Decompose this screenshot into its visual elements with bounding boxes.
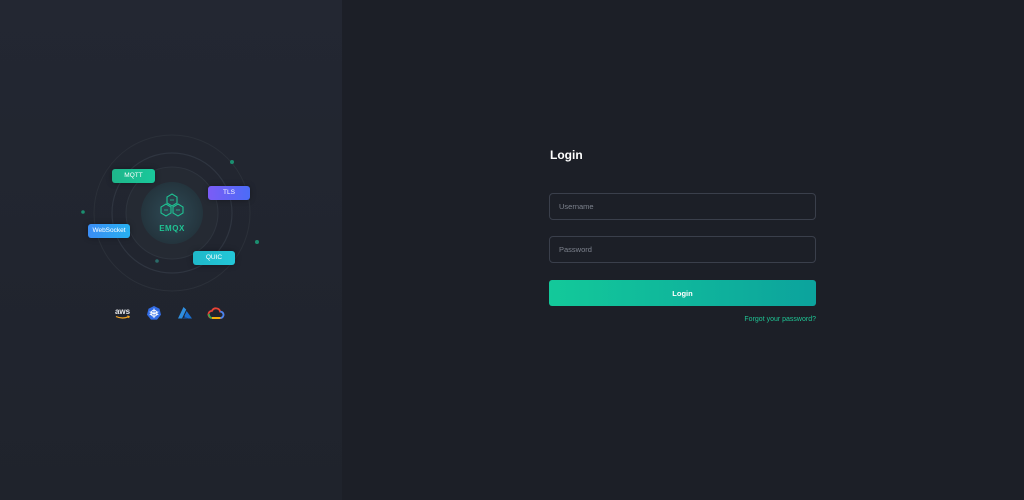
emqx-product-name: EMQX xyxy=(159,224,185,233)
azure-icon xyxy=(175,305,194,321)
username-input[interactable] xyxy=(549,193,816,220)
password-input[interactable] xyxy=(549,236,816,263)
brand-panel: MQTT TLS WebSocket QUIC EMQX aws xyxy=(0,0,342,500)
orbit-dot xyxy=(81,210,85,214)
login-form: Login Login Forgot your password? xyxy=(549,148,816,323)
forgot-password-link[interactable]: Forgot your password? xyxy=(744,316,816,323)
login-page: MQTT TLS WebSocket QUIC EMQX aws Login U… xyxy=(0,0,1024,500)
tag-mqtt: MQTT xyxy=(112,169,155,183)
login-button[interactable]: Login xyxy=(549,280,816,306)
tag-websocket: WebSocket xyxy=(88,224,130,238)
cloud-provider-logos: aws xyxy=(113,305,225,321)
google-cloud-icon xyxy=(206,305,225,321)
login-panel: Login Login Forgot your password? xyxy=(342,0,1024,500)
tag-tls: TLS xyxy=(208,186,250,200)
aws-icon: aws xyxy=(113,305,132,321)
emqx-core xyxy=(141,182,203,244)
login-title: Login xyxy=(550,148,583,162)
orbit-dot xyxy=(255,240,259,244)
orbit-dot xyxy=(155,259,159,263)
tag-quic: QUIC xyxy=(193,251,235,265)
kubernetes-icon xyxy=(144,305,163,321)
orbit-dot xyxy=(230,160,234,164)
aws-icon-text: aws xyxy=(115,307,131,316)
